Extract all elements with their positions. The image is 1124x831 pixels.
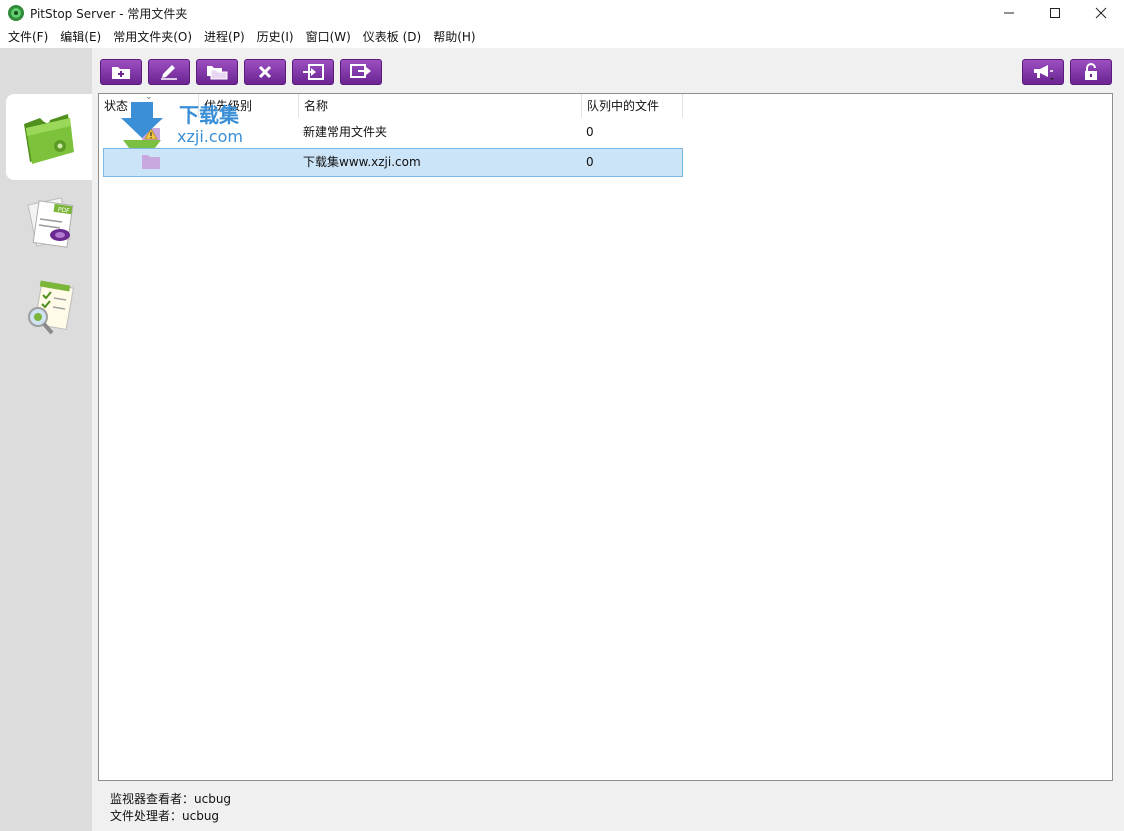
close-icon [1095,7,1107,19]
folder-add-icon [112,67,130,79]
maximize-icon [1050,8,1060,18]
nav-hot-folders[interactable] [6,94,92,180]
folders-icon [207,66,228,80]
pdf-documents-icon: PDF [27,197,74,248]
menu-dashboard[interactable]: 仪表板 (D) [357,26,427,48]
minimize-icon [1004,12,1014,14]
row-name: 新建常用文件夹 [303,125,388,139]
menu-window[interactable]: 窗口(W) [300,26,357,48]
row-name: 下载集www.xzji.com [303,155,421,169]
close-button[interactable] [1078,0,1124,26]
new-hot-folder-button[interactable] [100,59,142,85]
edit-button[interactable] [148,59,190,85]
left-nav: PDF [0,48,92,831]
file-processor-label: 文件处理者：ucbug [110,809,220,823]
row-queue-count: 0 [586,155,594,169]
column-header-queue[interactable]: 队列中的文件 [582,94,683,118]
green-folder-icon [24,114,74,164]
folder-icon [141,152,161,179]
export-icon [350,64,371,78]
menu-edit[interactable]: 编辑(E) [54,26,107,48]
menu-hot-folders[interactable]: 常用文件夹(O) [107,26,198,48]
minimize-button[interactable] [986,0,1032,26]
menu-process[interactable]: 进程(P) [198,26,251,48]
unlock-button[interactable] [1070,59,1112,85]
delete-button[interactable] [244,59,286,85]
import-button[interactable] [292,59,334,85]
menu-help[interactable]: 帮助(H) [427,26,481,48]
column-header-queue-label: 队列中的文件 [587,99,660,113]
title-bar: PitStop Server - 常用文件夹 [0,0,1124,26]
export-button[interactable] [340,59,382,85]
window-controls [986,0,1124,26]
watermark-logo: 下载集 xzji.com [119,92,259,152]
megaphone-icon [1034,65,1054,80]
menu-history[interactable]: 历史(I) [251,26,300,48]
menu-bar: 文件(F) 编辑(E) 常用文件夹(O) 进程(P) 历史(I) 窗口(W) 仪… [0,26,1124,48]
table-row-selected[interactable]: 下载集www.xzji.com 0 [103,148,683,177]
announce-button[interactable] [1022,59,1064,85]
watermark-title: 下载集 [179,103,240,127]
monitor-viewer-label: 监视器查看者：ucbug [110,792,232,806]
hot-folder-table: ⌄ 状态 优先级别 名称 队列中的文件 新建常用文件夹 0 下载集www.xzj… [98,92,1113,781]
x-icon [258,65,272,79]
row-queue-count: 0 [586,125,594,139]
unlock-icon [1085,63,1097,80]
maximize-button[interactable] [1032,0,1078,26]
nav-history[interactable] [6,266,92,352]
pitstop-app-icon [8,5,24,21]
import-icon [303,64,324,80]
pencil-icon [161,65,177,80]
window-title: PitStop Server - 常用文件夹 [30,6,188,21]
nav-process-plans[interactable]: PDF [6,180,92,266]
checklist-magnifier-icon [28,280,74,335]
column-header-name-label: 名称 [304,99,329,113]
watermark-domain: xzji.com [177,127,243,146]
duplicate-button[interactable] [196,59,238,85]
column-header-name[interactable]: 名称 [299,94,582,118]
menu-file[interactable]: 文件(F) [2,26,54,48]
